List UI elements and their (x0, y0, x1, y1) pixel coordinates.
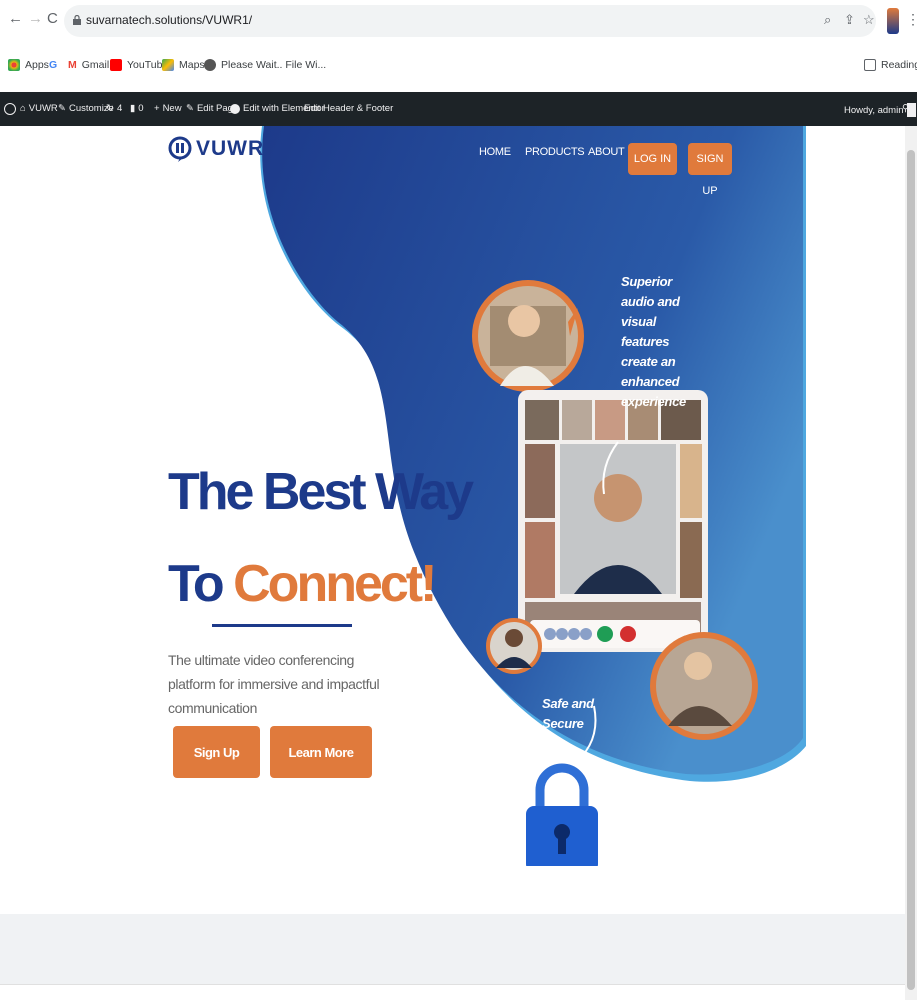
wp-site-label: VUWR (28, 103, 58, 114)
elementor-icon (230, 103, 240, 114)
headline-to: To (168, 555, 234, 613)
headline-underline (212, 624, 352, 627)
zoom-icon[interactable]: ⌕ (824, 12, 831, 28)
bookmarks-bar: Apps G M Gmail YouTube Maps Please Wait.… (0, 50, 917, 84)
signup-nav-button[interactable]: SIGN UP (688, 143, 732, 197)
scrollbar-thumb[interactable] (907, 150, 915, 990)
wp-comments[interactable]: ▮ 0 (130, 103, 144, 114)
nav-products[interactable]: PRODUCTS (525, 146, 585, 158)
globe-icon (204, 59, 216, 71)
headline-accent: Connect! (233, 555, 437, 613)
logo-text: VUWR (196, 137, 265, 160)
callout-bottom-text: Safe and Secure (542, 696, 594, 731)
apps-grid-icon (8, 59, 20, 71)
person-bubble-left (486, 618, 542, 674)
site-logo[interactable]: VUWR (168, 136, 264, 162)
page-content: VUWR HOME PRODUCTS ABOUT LOG IN SIGN UP … (0, 126, 905, 1000)
hero-subtext: The ultimate video conferencing platform… (168, 652, 380, 716)
callout-top-text: Superior audio and visual features creat… (621, 274, 686, 409)
hero-headline-line2: To Connect! (168, 554, 437, 614)
login-button[interactable]: LOG IN (628, 143, 677, 175)
updates-icon: ↻ (106, 103, 114, 114)
bookmark-gmail[interactable]: M Gmail (68, 59, 109, 71)
forward-icon[interactable]: → (28, 10, 43, 27)
reading-list-label: Reading list (881, 59, 917, 71)
google-icon: G (49, 59, 58, 71)
wp-admin-bar: ⌂ VUWR ✎ Customize ↻ 4 ▮ 0 + New ✎ Edit … (0, 92, 917, 126)
wp-updates-count: 4 (116, 103, 123, 114)
gmail-icon: M (68, 59, 77, 71)
bookmark-youtube[interactable]: YouTube (110, 59, 168, 71)
bookmark-apps[interactable]: Apps (8, 59, 49, 71)
url-text: suvarnatech.solutions/VUWR1/ (86, 13, 253, 27)
wp-comments-count: 0 (138, 103, 144, 114)
wp-header-footer[interactable]: Edit Header & Footer (304, 103, 393, 114)
browser-chrome: ← → C suvarnatech.solutions/VUWR1/ ⌕ ⇪ ☆… (0, 0, 917, 92)
hero-headline-line1: The Best Way (168, 463, 474, 521)
bookmark-label: Maps (179, 59, 205, 71)
extension-icon[interactable] (887, 8, 899, 34)
plus-icon: + (154, 103, 160, 114)
address-bar[interactable]: suvarnatech.solutions/VUWR1/ ⌕ ⇪ ☆ (64, 5, 876, 37)
wp-howdy-label: Howdy, admin (844, 104, 904, 116)
reading-list[interactable]: Reading list (864, 59, 917, 71)
bookmark-label: Gmail (81, 59, 110, 71)
menu-icon[interactable]: ⋮ (906, 11, 917, 28)
person-bubble-right (650, 632, 758, 740)
hero-learn-more-button[interactable]: Learn More (270, 726, 372, 778)
bookmark-label: Please Wait.. File Wi... (221, 59, 327, 71)
reload-icon[interactable]: C (47, 10, 58, 27)
nav-home[interactable]: HOME (479, 146, 511, 158)
wp-search-icon[interactable]: ⚲ (902, 103, 909, 114)
pencil-icon: ✎ (186, 103, 194, 114)
bookmark-maps[interactable]: Maps (162, 59, 205, 71)
hero-signup-button[interactable]: Sign Up (173, 726, 260, 778)
wp-updates[interactable]: ↻ 4 (106, 103, 122, 114)
youtube-icon (110, 59, 122, 71)
bookmark-label: Apps (25, 59, 49, 71)
back-icon[interactable]: ← (8, 10, 23, 27)
lock-icon (73, 15, 81, 25)
logo-icon (168, 136, 192, 162)
bookmark-please-wait[interactable]: Please Wait.. File Wi... (204, 59, 326, 71)
hero-illustration (472, 280, 758, 866)
video-grid-panel (518, 390, 708, 652)
home-icon: ⌂ (20, 103, 26, 114)
bottom-strip (0, 984, 905, 1000)
person-bubble-top (472, 280, 584, 392)
google-bookmark[interactable]: G (49, 59, 57, 71)
page-scrollbar[interactable] (905, 126, 917, 1000)
wp-new-label: New (162, 103, 182, 114)
maps-icon (162, 59, 174, 71)
nav-about[interactable]: ABOUT (588, 146, 625, 158)
next-section-band (0, 914, 905, 984)
comment-icon: ▮ (130, 103, 136, 114)
wp-header-footer-label: Edit Header & Footer (304, 103, 394, 114)
share-icon[interactable]: ⇪ (844, 12, 855, 28)
wp-new[interactable]: + New (154, 103, 182, 114)
star-icon[interactable]: ☆ (863, 12, 875, 28)
wordpress-icon[interactable] (4, 103, 16, 115)
brush-icon: ✎ (58, 103, 66, 114)
wp-site-link[interactable]: ⌂ VUWR (20, 103, 58, 114)
lock-icon (526, 763, 598, 866)
reading-list-icon (864, 59, 876, 71)
